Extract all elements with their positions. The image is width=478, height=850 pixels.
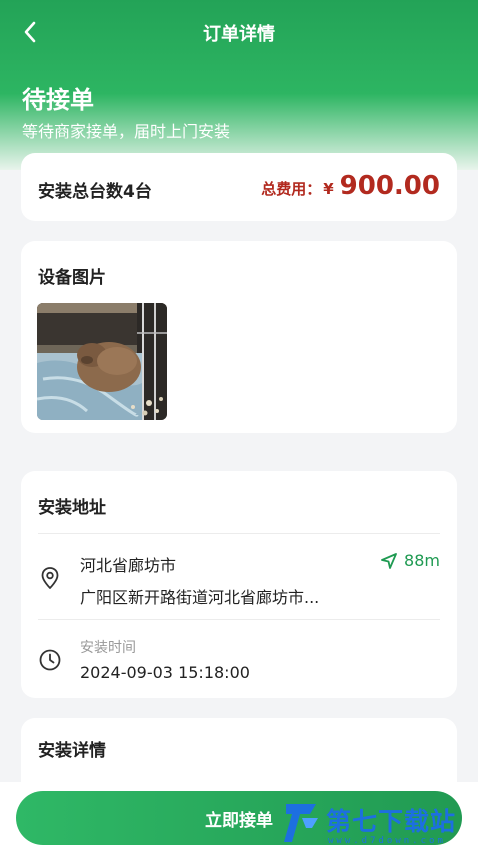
watermark-text: 第七下载站: [326, 807, 457, 836]
fee-label: 总费用：: [261, 180, 322, 198]
nav-bar: 订单详情: [0, 0, 478, 66]
fee-amount: 900.00: [339, 171, 440, 201]
chevron-left-icon: [24, 21, 36, 43]
address-city: 河北省廊坊市: [80, 556, 177, 575]
install-time-label: 安装时间: [80, 640, 136, 656]
divider: [38, 619, 440, 620]
equipment-photos-card: 设备图片: [21, 241, 457, 433]
address-title: 安装地址: [38, 498, 106, 518]
total-units: 安装总台数4台: [38, 182, 152, 202]
watermark-url: www.d7down.com: [328, 836, 446, 846]
back-button[interactable]: [16, 18, 44, 46]
navigate-distance[interactable]: 88m: [380, 551, 440, 570]
address-street: 广阳区新开路街道河北省廊坊市...: [80, 588, 320, 607]
clock-icon: [39, 649, 61, 671]
details-title: 安装详情: [38, 741, 106, 761]
equipment-photo[interactable]: [37, 303, 167, 420]
order-status-description: 等待商家接单，届时上门安装: [22, 122, 231, 141]
distance-value: 88m: [404, 551, 440, 570]
divider: [38, 533, 440, 534]
install-address-card: 安装地址 河北省廊坊市 广阳区新开路街道河北省廊坊市... 88m 安装时间 2…: [21, 471, 457, 698]
currency-symbol: ¥: [323, 180, 334, 198]
order-status: 待接单: [22, 86, 94, 114]
photos-title: 设备图片: [38, 268, 106, 288]
watermark-logo: 第七下载站 www.d7down.com: [282, 800, 474, 850]
install-time-value: 2024-09-03 15:18:00: [80, 663, 250, 682]
location-pin-icon: [41, 567, 59, 589]
page-title: 订单详情: [203, 24, 275, 45]
navigation-arrow-icon: [381, 552, 397, 569]
total-fee: 总费用： ¥ 900.00: [261, 171, 440, 201]
summary-card: 安装总台数4台 总费用： ¥ 900.00: [21, 153, 457, 221]
